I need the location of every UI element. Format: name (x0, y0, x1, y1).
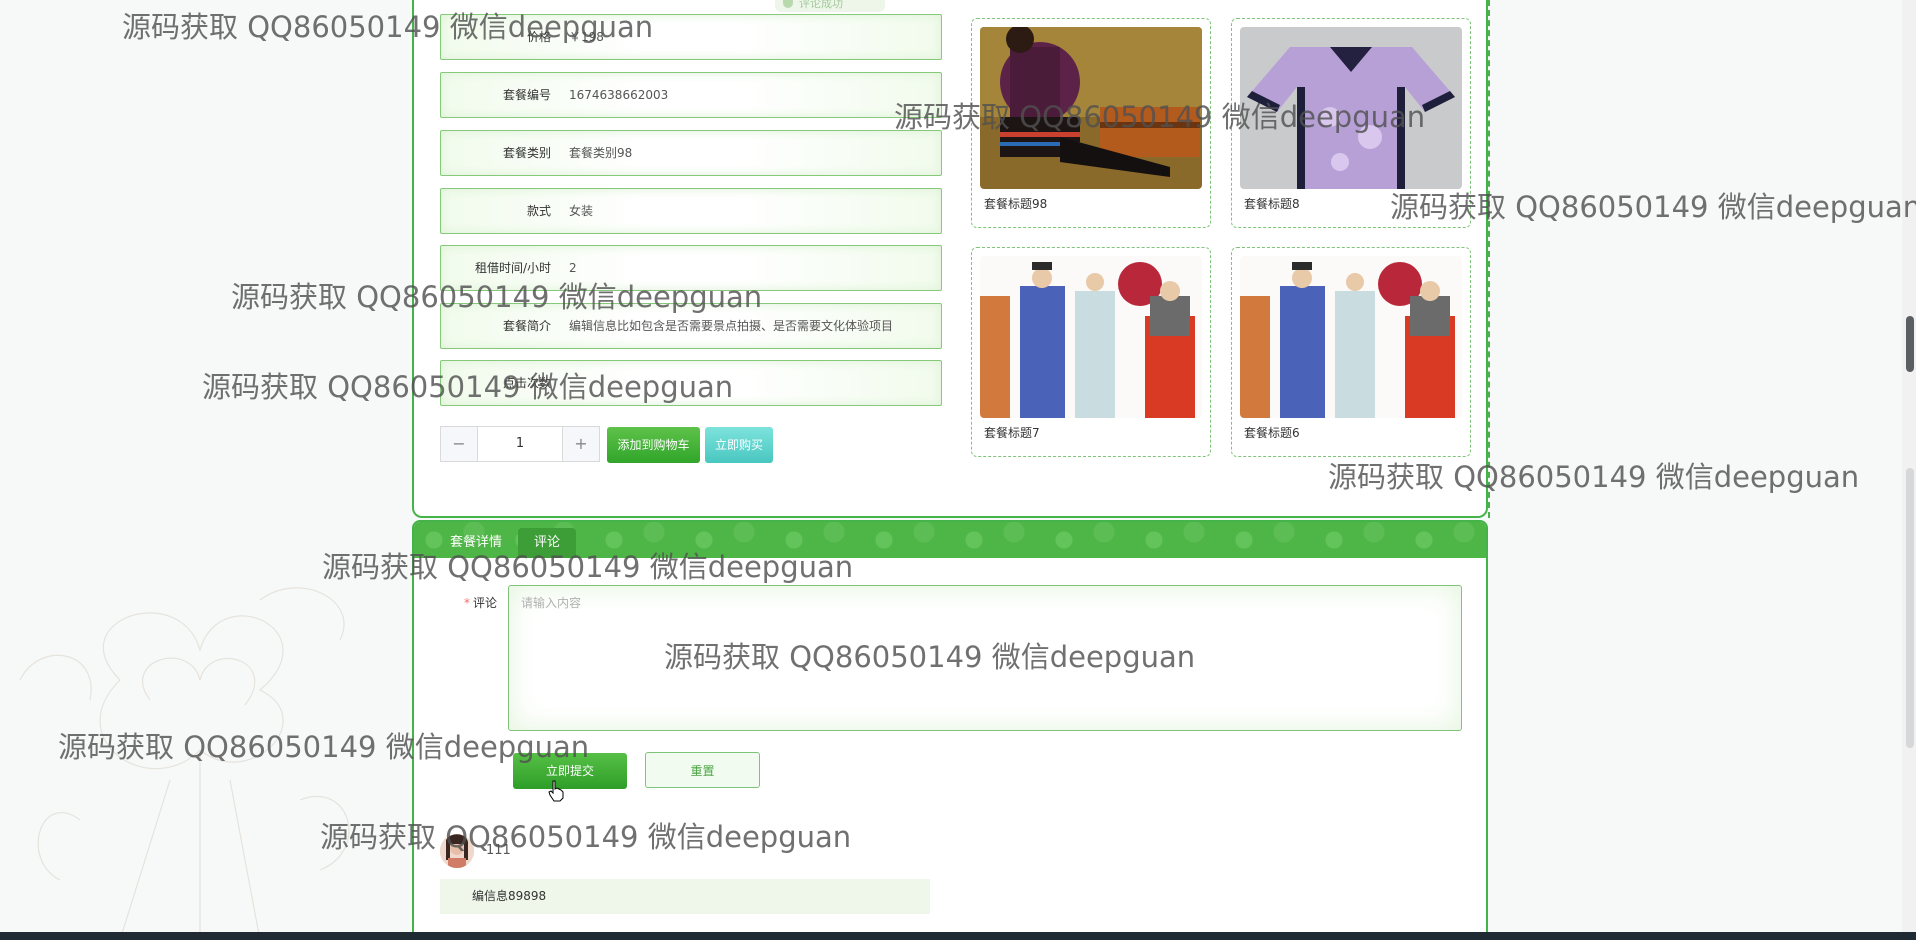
recommendation-card[interactable]: 套餐标题6 (1231, 247, 1471, 457)
quantity-input[interactable]: 1 (477, 427, 563, 461)
package-category-value: 套餐类别98 (569, 146, 633, 160)
increase-quantity-button[interactable]: + (562, 427, 599, 461)
rental-hours-value: 2 (569, 261, 577, 275)
package-intro-value: 编辑信息比如包含是否需要景点拍摄、是否需要文化体验项目 (569, 319, 894, 333)
recommendation-title[interactable]: 套餐标题7 (984, 424, 1040, 441)
historical-costume-illustration[interactable] (980, 256, 1202, 418)
recommendation-divider (1488, 0, 1490, 518)
hand-cursor-icon (548, 780, 564, 802)
reset-button[interactable]: 重置 (645, 752, 760, 788)
buy-now-button[interactable]: 立即购买 (705, 427, 773, 463)
scrollbar-track-highlight (1906, 468, 1914, 748)
field-label: 套餐简介 (502, 319, 551, 333)
historical-costume-illustration[interactable] (1240, 256, 1462, 418)
package-intro-field: 套餐简介 编辑信息比如包含是否需要景点拍摄、是否需要文化体验项目 (440, 303, 942, 349)
field-label: 租借时间/小时 (474, 261, 551, 275)
field-label: 点击次数 (502, 376, 551, 390)
rental-hours-field: 租借时间/小时 2 (440, 245, 942, 291)
quantity-stepper: − 1 + (440, 426, 600, 462)
recommendation-title[interactable]: 套餐标题98 (984, 195, 1047, 212)
recommendation-card[interactable]: 套餐标题98 (971, 18, 1211, 228)
purple-qing-robe-photo[interactable] (1240, 27, 1462, 189)
comment-username: 111 (486, 843, 511, 858)
price-field: 价格 ￥198 (440, 14, 942, 60)
tab-comments[interactable]: 评论 (518, 528, 577, 558)
comment-label-text: 评论 (473, 596, 498, 610)
required-asterisk: * (464, 596, 470, 610)
scrollbar-thumb[interactable] (1906, 316, 1914, 372)
status-badge: 评论成功 (775, 0, 885, 12)
price-value: ￥198 (569, 30, 604, 44)
submit-comment-button[interactable]: 立即提交 (513, 753, 627, 789)
recommendation-card[interactable]: 套餐标题8 (1231, 18, 1471, 228)
package-number-field: 套餐编号 1674638662003 (440, 72, 942, 118)
comment-textarea[interactable] (508, 585, 1462, 731)
lotus-decoration (19, 587, 350, 940)
tabs-bar: 套餐详情 评论 (414, 522, 1486, 558)
field-label: 套餐编号 (502, 88, 551, 102)
style-field: 款式 女装 (440, 188, 942, 234)
taskbar (0, 932, 1916, 940)
tab-package-details[interactable]: 套餐详情 (434, 528, 518, 558)
package-category-field: 套餐类别 套餐类别98 (440, 130, 942, 176)
avatar (440, 834, 474, 868)
recommendation-title[interactable]: 套餐标题8 (1244, 195, 1300, 212)
field-label: 套餐类别 (502, 146, 551, 160)
decrease-quantity-button[interactable]: − (441, 427, 478, 461)
style-value: 女装 (569, 204, 594, 218)
scrollbar[interactable] (1902, 0, 1916, 932)
add-to-cart-button[interactable]: 添加到购物车 (607, 427, 700, 463)
field-label: 款式 (526, 204, 551, 218)
recommendation-card[interactable]: 套餐标题7 (971, 247, 1211, 457)
comment-label: * 评论 (464, 594, 497, 611)
woman-in-ethnic-dress-photo[interactable] (980, 27, 1202, 189)
field-label: 价格 (526, 30, 551, 44)
click-count-field: 点击次数 (440, 360, 942, 406)
recommendation-title[interactable]: 套餐标题6 (1244, 424, 1300, 441)
comment-content: 编信息89898 (440, 879, 930, 914)
package-number-value: 1674638662003 (569, 88, 669, 102)
